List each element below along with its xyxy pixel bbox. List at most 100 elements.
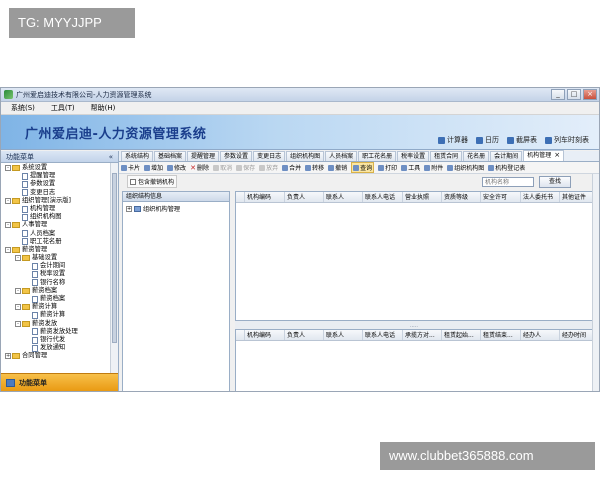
sidebar-tree-item[interactable]: - 系统设置	[5, 164, 118, 172]
sidebar-footer-tab[interactable]: 功能菜单	[1, 373, 118, 391]
find-button[interactable]: 查找	[539, 176, 571, 188]
expand-icon[interactable]: +	[126, 205, 132, 212]
tab-4[interactable]: 变更日志	[253, 151, 286, 161]
tab-6[interactable]: 人员档案	[325, 151, 358, 161]
collapse-icon[interactable]: -	[15, 320, 21, 327]
tab-5[interactable]: 组织机构图	[286, 151, 325, 161]
sidebar-tree-item[interactable]: 变更日志	[5, 189, 118, 197]
column-header[interactable]: 承揽方对...	[403, 330, 442, 340]
tab-close-icon[interactable]: ×	[554, 151, 560, 159]
tree-item-label: 机构管理	[30, 204, 56, 212]
column-header[interactable]: 安全许可	[481, 192, 521, 202]
sidebar-title: 功能菜单	[6, 153, 34, 161]
collapse-icon[interactable]: -	[5, 197, 11, 204]
tab-11[interactable]: 会计期间	[490, 151, 523, 161]
tab-2[interactable]: 提醒管理	[187, 151, 220, 161]
sidebar-tree-item[interactable]: - 薪资档案	[5, 287, 118, 295]
toolbar-button-4[interactable]: 取消	[213, 163, 232, 172]
toolbar-button-13[interactable]: 附件	[424, 163, 443, 172]
sidebar-tree-item[interactable]: 机构管理	[5, 205, 118, 213]
close-button[interactable]: ×	[583, 89, 597, 100]
toolbar-button-15[interactable]: 机构登记表	[488, 163, 525, 172]
sidebar-tree-item[interactable]: 人员档案	[5, 230, 118, 238]
sidebar-tree-item[interactable]: 参数设置	[5, 180, 118, 188]
tab-10[interactable]: 花名册	[463, 151, 490, 161]
content-scrollbar[interactable]	[592, 174, 599, 391]
tab-9[interactable]: 租赁合同	[430, 151, 463, 161]
flight-link[interactable]: 截屏表	[507, 135, 537, 145]
toolbar-button-0[interactable]: 卡片	[121, 163, 140, 172]
column-header[interactable]: 机构编码	[245, 192, 285, 202]
sidebar-tree-item[interactable]: 薪资档案	[5, 295, 118, 303]
sidebar-header: 功能菜单 «	[1, 151, 118, 163]
sidebar-tree-item[interactable]: 银行代发	[5, 336, 118, 344]
column-header[interactable]: 资质等级	[442, 192, 481, 202]
org-name-search-input[interactable]	[482, 177, 534, 187]
toolbar-button-3[interactable]: ✕ 删除	[190, 163, 209, 172]
sidebar-tree-item[interactable]: 薪资计算	[5, 311, 118, 319]
collapse-icon[interactable]: -	[15, 287, 21, 294]
column-header[interactable]: 联系人	[324, 330, 363, 340]
sidebar-tree-item[interactable]: - 薪资管理	[5, 246, 118, 254]
tab-3[interactable]: 参数设置	[220, 151, 253, 161]
sidebar-tree-item[interactable]: 银行名称	[5, 279, 118, 287]
column-header[interactable]: 经办人	[521, 330, 560, 340]
column-header[interactable]: 租赁起始...	[442, 330, 481, 340]
expand-icon[interactable]: +	[5, 353, 11, 360]
collapse-icon[interactable]: -	[5, 246, 11, 253]
collapse-icon[interactable]: -	[5, 165, 11, 172]
tab-0[interactable]: 系统结构	[121, 151, 154, 161]
sidebar-scrollbar[interactable]	[110, 163, 118, 375]
include-revoked-checkbox[interactable]: 包含撤销机构	[127, 175, 178, 188]
tab-12[interactable]: 机构管理 ×	[523, 150, 565, 161]
toolbar-button-1[interactable]: 增加	[144, 163, 163, 172]
sidebar-tree-item[interactable]: + 合同管理	[5, 352, 118, 360]
collapse-sidebar-button[interactable]: «	[109, 151, 113, 163]
toolbar-button-12[interactable]: 工具	[401, 163, 420, 172]
sidebar-tree-item[interactable]: - 薪资发放	[5, 320, 118, 328]
toolbar-button-10[interactable]: 查询	[351, 162, 375, 173]
sidebar-tree-item[interactable]: 职工花名册	[5, 238, 118, 246]
toolbar-button-11[interactable]: 打印	[378, 163, 397, 172]
column-header[interactable]: 法人委托书	[521, 192, 560, 202]
menu-system[interactable]: 系统(S)	[11, 103, 35, 113]
org-root-node[interactable]: + 组织机构管理	[123, 202, 229, 213]
collapse-icon[interactable]: -	[15, 304, 21, 311]
grid-splitter[interactable]: .....	[235, 321, 599, 329]
column-header[interactable]: 负责人	[285, 192, 324, 202]
sidebar-tree-item[interactable]: 薪资发放处理	[5, 328, 118, 336]
toolbar-button-8[interactable]: 转移	[305, 163, 324, 172]
checkbox-box[interactable]	[130, 178, 136, 185]
collapse-icon[interactable]: -	[5, 222, 11, 229]
calendar-link[interactable]: 日历	[476, 135, 499, 145]
tab-7[interactable]: 职工花名册	[358, 151, 397, 161]
sidebar-scroll-thumb[interactable]	[112, 173, 117, 343]
menu-help[interactable]: 帮助(H)	[91, 103, 116, 113]
column-header[interactable]: 联系人	[324, 192, 363, 202]
toolbar-button-5[interactable]: 保存	[236, 163, 255, 172]
column-header[interactable]: 联系人电话	[363, 330, 403, 340]
column-header[interactable]: 负责人	[285, 330, 324, 340]
toolbar-button-2[interactable]: 修改	[167, 163, 186, 172]
tab-8[interactable]: 税率设置	[397, 151, 430, 161]
sidebar-tree-item[interactable]: 提醒管理	[5, 172, 118, 180]
column-header[interactable]: 机构编码	[245, 330, 285, 340]
collapse-icon[interactable]: -	[15, 255, 21, 262]
sidebar-tree-item[interactable]: - 人事管理	[5, 221, 118, 229]
toolbar-button-6[interactable]: 放弃	[259, 163, 278, 172]
column-header[interactable]: 营业执照	[403, 192, 442, 202]
sidebar-tree-item[interactable]: - 组织管理[演示版]	[5, 197, 118, 205]
menu-tools[interactable]: 工具(T)	[51, 103, 75, 113]
sidebar-tree-item[interactable]: 税率设置	[5, 270, 118, 279]
toolbar-button-9[interactable]: 撤销	[328, 163, 347, 172]
minimize-button[interactable]: _	[551, 89, 565, 100]
document-icon	[22, 189, 28, 197]
column-header[interactable]: 联系人电话	[363, 192, 403, 202]
tab-1[interactable]: 基础档案	[154, 151, 187, 161]
toolbar-button-14[interactable]: 组织机构图	[447, 163, 484, 172]
maximize-button[interactable]: □	[567, 89, 581, 100]
train-link[interactable]: 列车时刻表	[545, 135, 589, 145]
calculator-link[interactable]: 计算器	[438, 135, 468, 145]
column-header[interactable]: 租赁结束...	[481, 330, 521, 340]
toolbar-button-7[interactable]: 合并	[282, 163, 301, 172]
